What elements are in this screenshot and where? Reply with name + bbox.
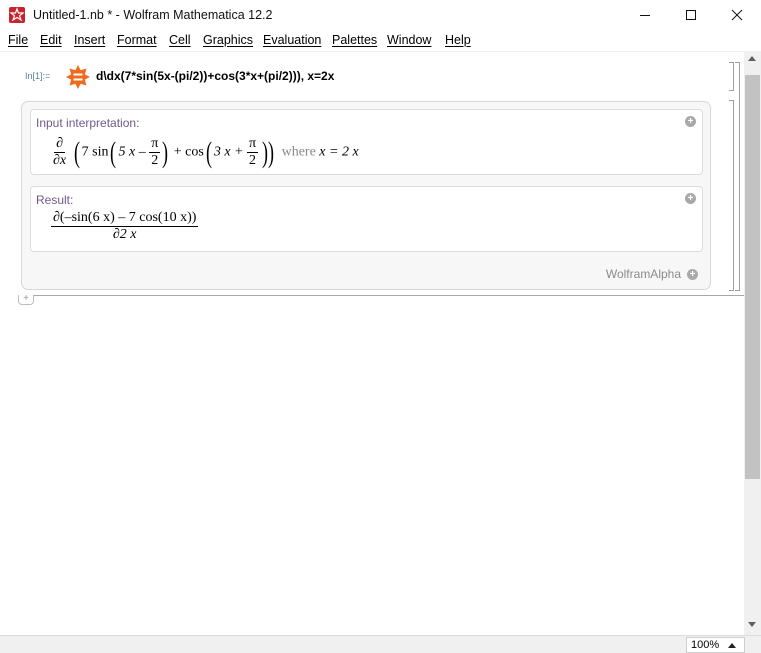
wolframalpha-link[interactable]: WolframAlpha <box>606 267 681 281</box>
menu-help[interactable]: Help <box>445 33 471 47</box>
title-bar: Untitled-1.nb * - Wolfram Mathematica 12… <box>0 0 761 30</box>
pod-input-interpretation: Input interpretation: + ∂ ∂x (7 sin(5 x … <box>30 109 703 175</box>
mathematica-spikey-icon[interactable] <box>9 7 25 23</box>
scroll-down-icon[interactable] <box>748 622 756 627</box>
scroll-up-icon[interactable] <box>748 56 756 61</box>
menu-evaluation[interactable]: Evaluation <box>263 33 321 47</box>
menu-window[interactable]: Window <box>387 33 431 47</box>
pod-title: Result: <box>36 193 74 207</box>
pi-over-two: π 2 <box>247 136 259 168</box>
result-formula: ∂(–sin(6 x) – 7 cos(10 x)) ∂2 x <box>51 210 199 242</box>
derivative-operator: ∂ ∂x <box>53 136 67 168</box>
zoom-level: 100% <box>691 639 720 651</box>
pod-result: Result: + ∂(–sin(6 x) – 7 cos(10 x)) ∂2 … <box>30 186 703 252</box>
cell-insertion-line[interactable] <box>18 295 744 296</box>
group-cell-bracket[interactable] <box>735 62 740 291</box>
menu-graphics[interactable]: Graphics <box>203 33 253 47</box>
input-label: In[1]:= <box>25 71 51 81</box>
minimize-icon <box>640 15 650 16</box>
more-icon[interactable]: + <box>687 268 698 280</box>
zoom-up-icon[interactable] <box>728 642 737 648</box>
maximize-button[interactable] <box>668 0 714 30</box>
pod-expand-icon[interactable]: + <box>685 193 696 204</box>
maximize-icon <box>686 10 696 20</box>
menu-cell[interactable]: Cell <box>169 33 191 47</box>
menu-insert[interactable]: Insert <box>74 33 105 47</box>
input-expression[interactable]: d\dx(7*sin(5x-(pi/2))+cos(3*x+(pi/2))), … <box>96 69 334 83</box>
close-icon <box>731 9 743 21</box>
wolframalpha-footer: WolframAlpha + <box>606 267 698 281</box>
cell-insertion-plus-icon[interactable]: + <box>18 294 34 305</box>
window-title: Untitled-1.nb * - Wolfram Mathematica 12… <box>33 8 273 22</box>
wolframalpha-output: Input interpretation: + ∂ ∂x (7 sin(5 x … <box>21 101 711 290</box>
pod-expand-icon[interactable]: + <box>685 116 696 127</box>
wolframalpha-query-icon[interactable] <box>66 65 90 89</box>
input-cell-bracket[interactable] <box>729 62 734 91</box>
status-bar: 100% <box>0 635 761 653</box>
menu-bar: File Edit Insert Format Cell Graphics Ev… <box>0 31 761 51</box>
output-cell-bracket[interactable] <box>729 100 734 291</box>
menu-palettes[interactable]: Palettes <box>332 33 377 47</box>
menu-edit[interactable]: Edit <box>40 33 62 47</box>
vertical-scrollbar[interactable] <box>744 51 761 635</box>
scrollbar-thumb[interactable] <box>745 75 760 479</box>
menu-format[interactable]: Format <box>117 33 157 47</box>
notebook-area[interactable]: In[1]:= d\dx(7*sin(5x-(pi/2))+cos(3*x+(p… <box>0 51 744 635</box>
where-keyword: where <box>281 144 316 160</box>
minimize-button[interactable] <box>622 0 668 30</box>
pi-over-two: π 2 <box>149 136 161 168</box>
interpretation-formula: ∂ ∂x (7 sin(5 x – π 2 ) + cos(3 x + π 2 … <box>53 135 359 169</box>
zoom-control[interactable]: 100% <box>686 637 745 653</box>
menu-file[interactable]: File <box>8 33 28 47</box>
close-button[interactable] <box>714 0 760 30</box>
pod-title: Input interpretation: <box>36 116 140 130</box>
